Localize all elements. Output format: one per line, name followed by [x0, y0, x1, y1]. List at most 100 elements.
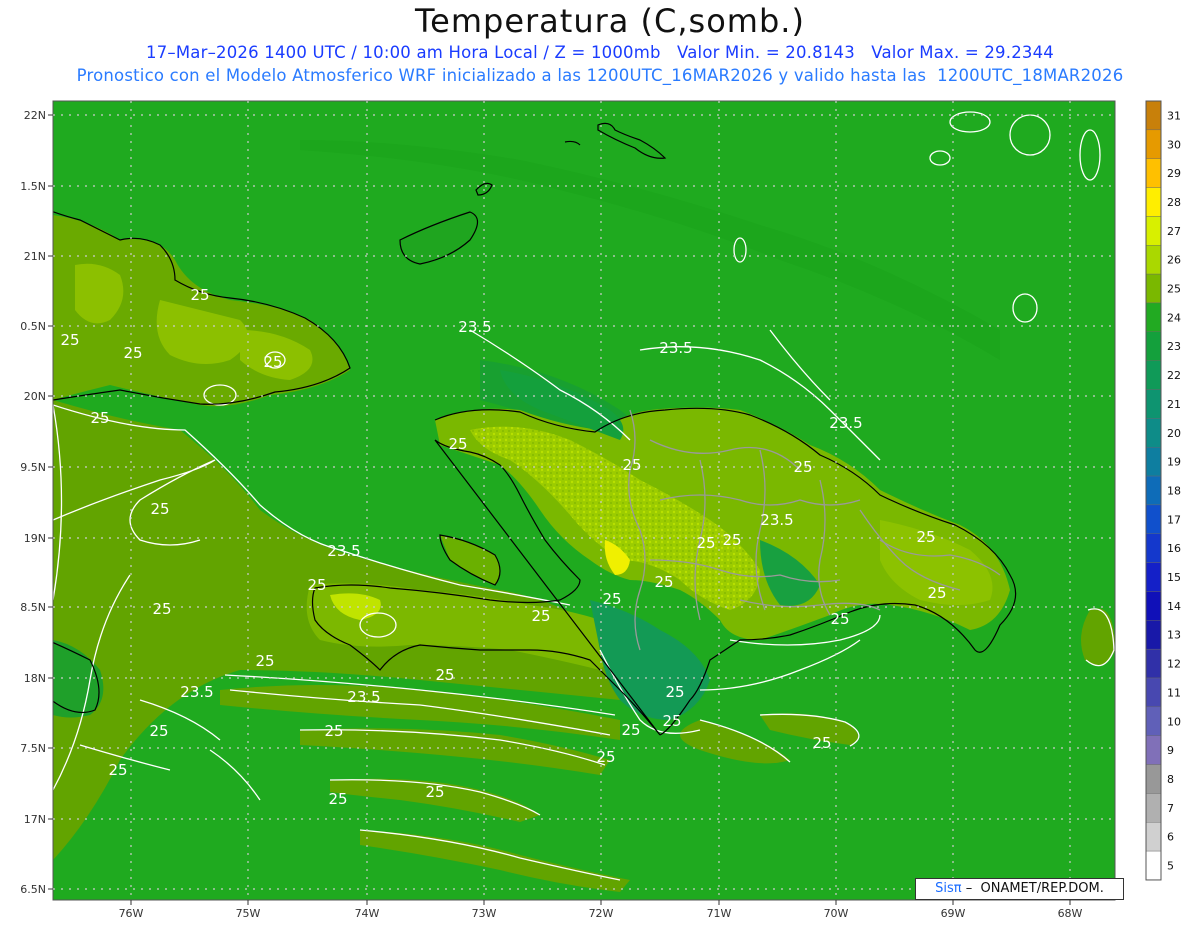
map-svg: 22N 1.5N 21N 0.5N 20N 9.5N 19N 8.5N 18N 7.5N 17N 6.…: [20, 100, 1181, 920]
contour-label: 23.5: [760, 511, 793, 529]
contour-label: 25: [60, 331, 79, 349]
colorbar-swatch: [1145, 245, 1162, 275]
colorbar-label: 27: [1167, 225, 1181, 238]
colorbar-swatch: [1145, 677, 1162, 708]
colorbar-label: 9: [1167, 744, 1174, 757]
lon-label: 69W: [941, 907, 966, 920]
lat-label: 21N: [24, 250, 46, 263]
colorbar-swatch: [1145, 187, 1162, 217]
contour-label: 25: [830, 610, 849, 628]
colorbar-swatch: [1145, 648, 1162, 679]
contour-label: 23.5: [458, 318, 491, 336]
contour-label: 25: [190, 286, 209, 304]
colorbar-swatch: [1145, 793, 1162, 823]
contour-label: 25: [90, 409, 109, 427]
lat-label: 19N: [24, 532, 46, 545]
colorbar-swatch: [1145, 562, 1162, 592]
colorbar-swatch: [1145, 620, 1162, 650]
contour-label: 25: [621, 721, 640, 739]
contour-label: 25: [152, 600, 171, 618]
contour-label: 23.5: [829, 414, 862, 432]
contour-label: 25: [531, 607, 550, 625]
colorbar-swatch: [1145, 447, 1162, 477]
lat-label: 22N: [24, 109, 46, 122]
colorbar-label: 23: [1167, 340, 1181, 353]
colorbar-swatch: [1145, 273, 1162, 304]
contour-label: 25: [622, 456, 641, 474]
lat-label: 9.5N: [20, 461, 46, 474]
colorbar-label: 26: [1167, 254, 1181, 267]
colorbar-label: 24: [1167, 311, 1181, 324]
colorbar-swatch: [1145, 216, 1162, 246]
lat-label: 18N: [24, 672, 46, 685]
colorbar-label: 22: [1167, 369, 1181, 382]
colorbar-label: 10: [1167, 715, 1181, 728]
contour-label: 25: [448, 435, 467, 453]
lat-label: 0.5N: [20, 320, 46, 333]
colorbar-label: 8: [1167, 773, 1174, 786]
colorbar-label: 12: [1167, 658, 1181, 671]
colorbar-label: 11: [1167, 686, 1181, 699]
contour-label: 25: [927, 584, 946, 602]
contour-label: 25: [307, 576, 326, 594]
contour-label: 25: [263, 353, 282, 371]
contour-label: 25: [916, 528, 935, 546]
colorbar-label: 21: [1167, 398, 1181, 411]
contour-label: 23.5: [347, 688, 380, 706]
credit-org: – ONAMET/REP.DOM.: [965, 881, 1104, 896]
lon-label: 73W: [472, 907, 497, 920]
contour-label: 23.5: [180, 683, 213, 701]
colorbar-swatch: [1145, 418, 1162, 448]
colorbar-label: 28: [1167, 196, 1181, 209]
colorbar-label: 19: [1167, 456, 1181, 469]
colorbar-swatch: [1145, 504, 1162, 534]
colorbar-label: 7: [1167, 802, 1174, 815]
contour-label: 25: [435, 666, 454, 684]
colorbar-swatch: [1145, 129, 1162, 159]
lat-label: 6.5N: [20, 883, 46, 896]
contour-label: 25: [150, 500, 169, 518]
contour-label: 25: [793, 458, 812, 476]
colorbar-swatch: [1145, 764, 1162, 794]
colorbar-label: 14: [1167, 600, 1181, 613]
contour-label: 25: [123, 344, 142, 362]
contour-label: 25: [722, 531, 741, 549]
colorbar-swatch: [1145, 331, 1162, 361]
contour-label: 25: [654, 573, 673, 591]
lat-label: 1.5N: [20, 180, 46, 193]
credit-box: Sisπ – ONAMET/REP.DOM.: [915, 878, 1124, 900]
lat-label: 20N: [24, 390, 46, 403]
contour-label: 23.5: [327, 542, 360, 560]
colorbar-swatch: [1145, 706, 1162, 736]
colorbar-label: 30: [1167, 138, 1181, 151]
colorbar-swatch: [1145, 158, 1162, 188]
contour-label: 25: [324, 722, 343, 740]
colorbar-label: 17: [1167, 513, 1181, 526]
colorbar-label: 29: [1167, 167, 1181, 180]
contour-label: 25: [812, 734, 831, 752]
contour-label: 25: [696, 534, 715, 552]
colorbar-swatch: [1145, 475, 1162, 506]
colorbar-swatch: [1145, 735, 1162, 765]
colorbar-label: 5: [1167, 860, 1174, 873]
colorbar-swatch: [1145, 822, 1162, 852]
colorbar-swatch: [1145, 850, 1162, 881]
lat-label: 8.5N: [20, 601, 46, 614]
colorbar-swatch: [1145, 360, 1162, 390]
colorbar-label: 13: [1167, 629, 1181, 642]
colorbar-label: 25: [1167, 283, 1181, 296]
colorbar-swatch: [1145, 302, 1162, 333]
lon-label: 70W: [824, 907, 849, 920]
colorbar-swatch: [1145, 591, 1162, 621]
lon-label: 75W: [236, 907, 261, 920]
longitude-ticks: 76W 75W 74W 73W 72W 71W 70W 69W 68W: [119, 900, 1083, 920]
lon-label: 71W: [707, 907, 732, 920]
colorbar-label: 18: [1167, 484, 1181, 497]
latitude-ticks: 22N 1.5N 21N 0.5N 20N 9.5N 19N 8.5N 18N 7.5N 17N 6.…: [20, 109, 53, 896]
colorbar-swatch: [1145, 533, 1162, 563]
contour-label: 25: [149, 722, 168, 740]
lon-label: 68W: [1058, 907, 1083, 920]
colorbar-label: 31: [1167, 109, 1181, 122]
lat-label: 7.5N: [20, 742, 46, 755]
colorbar: 31 30 29 28 27 26 25 24 23 22 21 20 19 18 17 16 15 14 13 12…: [1145, 100, 1181, 881]
